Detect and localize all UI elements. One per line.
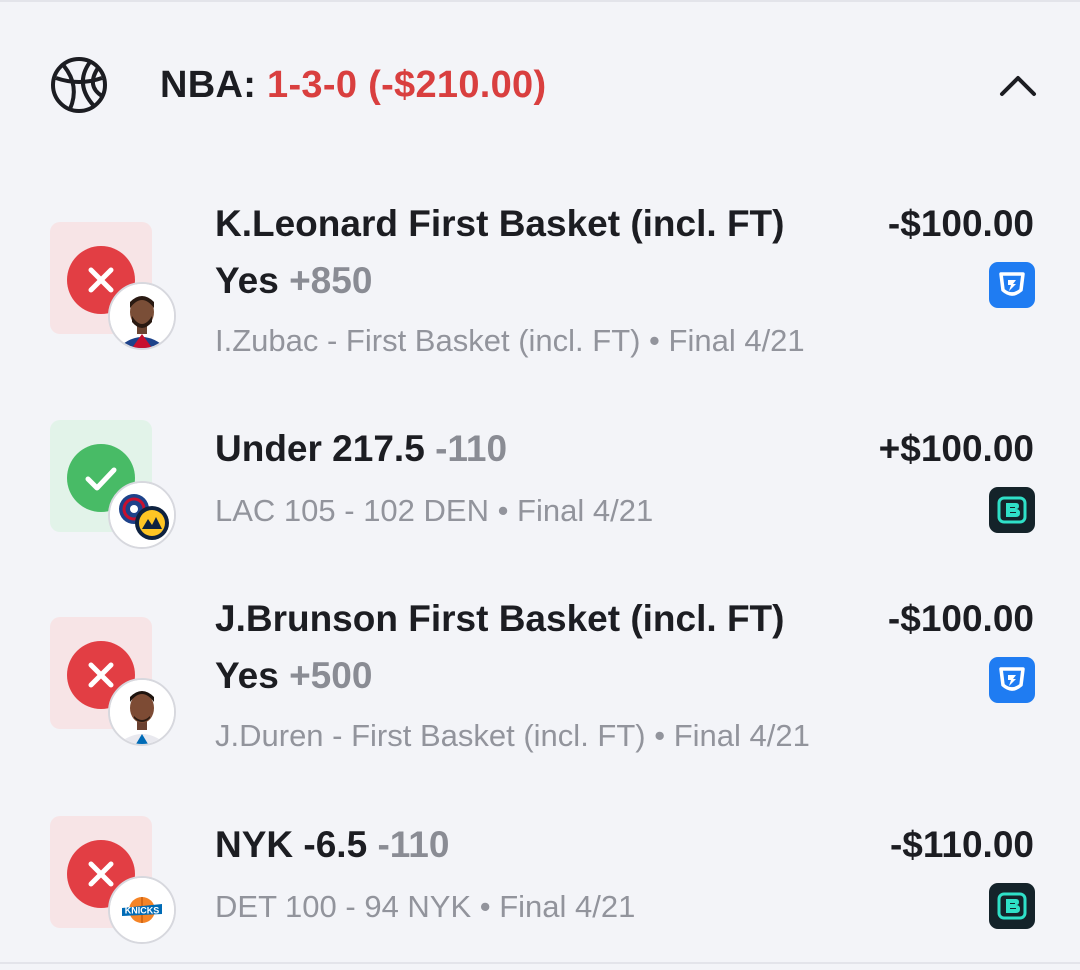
bet-subtitle: J.Duren - First Basket (incl. FT) • Fina…: [215, 718, 810, 753]
bet-row[interactable]: K.Leonard First Basket (incl. FT) Yes +8…: [0, 195, 1080, 365]
bet-row[interactable]: J.Brunson First Basket (incl. FT) Yes +5…: [0, 590, 1080, 760]
player-avatar-j-brunson: [108, 678, 176, 746]
bet-pick: Yes +500: [215, 655, 372, 697]
bet-title: Under 217.5: [215, 428, 425, 469]
bet-odds: -110: [377, 824, 450, 865]
bet-pick-label: Yes: [215, 655, 279, 696]
bet-pick-label: Yes: [215, 260, 279, 301]
bet-row[interactable]: KNICKS NYK -6.5 -110 DET 100 - 94 NYK • …: [0, 816, 1080, 946]
bet-row[interactable]: Under 217.5 -110 LAC 105 - 102 DEN • Fin…: [0, 420, 1080, 550]
bet-odds: +500: [289, 655, 373, 696]
basketball-icon: [50, 56, 108, 114]
bet-subtitle: I.Zubac - First Basket (incl. FT) • Fina…: [215, 323, 805, 358]
player-avatar-k-leonard: [108, 282, 176, 350]
bet-amount: -$100.00: [887, 598, 1034, 639]
bet-title: NYK -6.5: [215, 824, 368, 865]
bet-amount: -$100.00: [887, 203, 1034, 244]
bet-subtitle: DET 100 - 94 NYK • Final 4/21: [215, 889, 636, 924]
bet-odds: -110: [435, 428, 508, 469]
bet-pick: NYK -6.5 -110: [215, 824, 449, 866]
bet-pick: Yes +850: [215, 260, 372, 302]
bottom-divider: [0, 962, 1080, 964]
team-logo-nyk: KNICKS: [108, 876, 176, 944]
bet-title: K.Leonard First Basket (incl. FT): [215, 203, 785, 244]
bet-amount: +$100.00: [878, 428, 1034, 469]
section-title: NBA: 1-3-0 (-$210.00): [160, 64, 546, 107]
svg-text:KNICKS: KNICKS: [125, 906, 160, 916]
sport-label: NBA:: [160, 64, 257, 106]
bet-odds: +850: [289, 260, 373, 301]
top-divider: [0, 0, 1080, 2]
fanduel-logo-icon: [989, 657, 1035, 703]
bet-title: J.Brunson First Basket (incl. FT): [215, 598, 785, 639]
bet-pick: Under 217.5 -110: [215, 428, 507, 470]
team-logos-lac-den: [108, 481, 176, 549]
bet-amount: -$110.00: [889, 824, 1034, 865]
espn-bet-logo-icon: [989, 487, 1035, 533]
sport-section-header[interactable]: NBA: 1-3-0 (-$210.00): [0, 40, 1080, 135]
chevron-up-icon[interactable]: [996, 70, 1040, 100]
section-record: 1-3-0 (-$210.00): [267, 64, 547, 106]
bet-subtitle: LAC 105 - 102 DEN • Final 4/21: [215, 493, 654, 528]
espn-bet-logo-icon: [989, 883, 1035, 929]
fanduel-logo-icon: [989, 262, 1035, 308]
